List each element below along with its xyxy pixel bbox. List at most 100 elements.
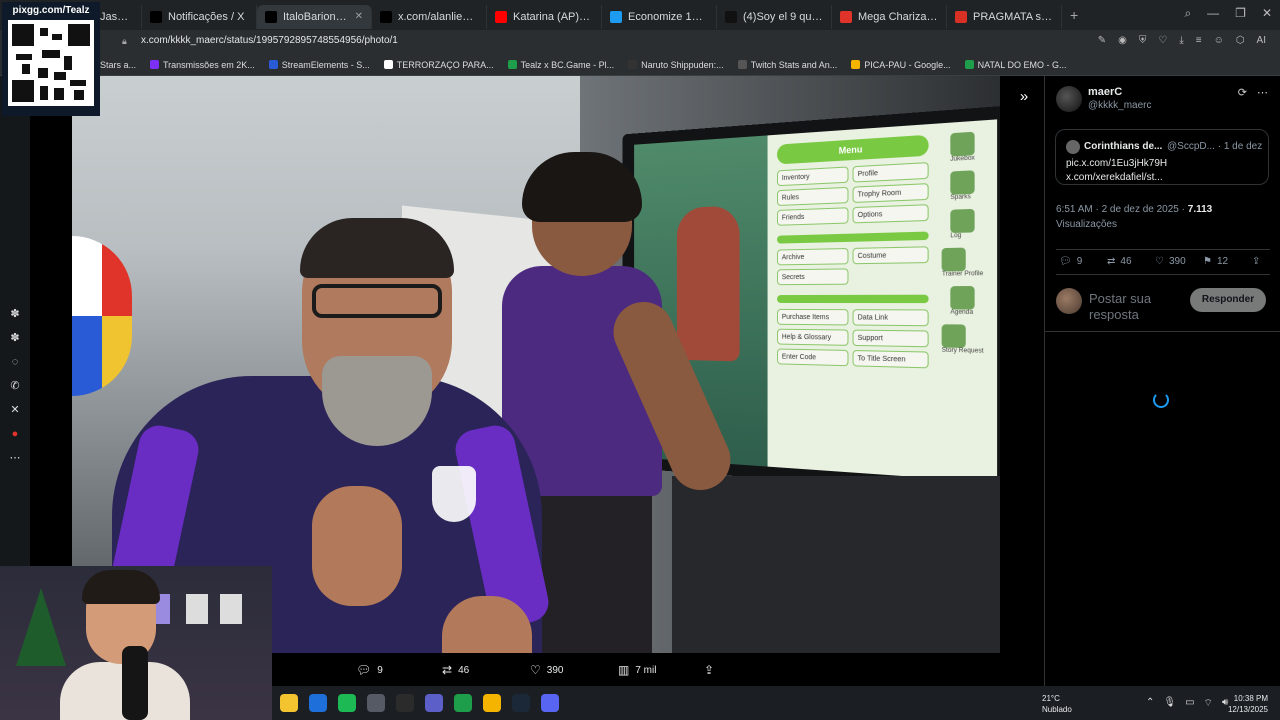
corinthians-crest-icon [432, 466, 476, 522]
browser-tab[interactable]: Notificações / X [142, 4, 257, 29]
chevron-up-icon[interactable]: ⌃ [1146, 697, 1154, 710]
bookmark-item[interactable]: Transmissões em 2K... [150, 60, 255, 70]
tab-title: Notificações / X [168, 10, 245, 23]
monitor-icon[interactable]: ▭ [1185, 697, 1194, 710]
url-text[interactable]: x.com/kkkk_maerc/status/1995792895748554… [141, 35, 398, 46]
paw-icon[interactable]: ✽ [9, 332, 21, 344]
browser-tab[interactable]: Mega Charizard X ex (1. [832, 4, 947, 29]
new-tab-icon[interactable]: + [1062, 7, 1086, 23]
bookmark-item[interactable]: Stars a... [100, 60, 136, 70]
game-menu-button: Purchase Items [777, 308, 849, 326]
steam-icon[interactable] [512, 694, 530, 712]
reply-stat[interactable]: 💬︎ 9 [1059, 256, 1082, 267]
bookmark-item[interactable]: Naruto Shippuden:... [628, 60, 724, 70]
avatar[interactable] [1056, 86, 1082, 112]
minimize-icon[interactable]: — [1207, 6, 1219, 21]
weather-widget[interactable]: 21°C Nublado [1042, 693, 1072, 715]
bookmark-favicon-icon [737, 60, 747, 69]
teams-icon[interactable] [425, 694, 443, 712]
app-icon[interactable] [367, 694, 385, 712]
browser-tab[interactable]: Katarina (AP) (Mid) (Befo [487, 4, 602, 29]
repost-icon: ⇄ [1107, 256, 1116, 267]
lock-icon[interactable]: 🔒︎ [122, 36, 127, 47]
download-icon[interactable]: ⤓ [1179, 35, 1183, 46]
camera-icon[interactable]: ◉ [1118, 35, 1127, 46]
browser-tab[interactable]: x.com/alanliebert/status [372, 4, 487, 29]
quote-link-2[interactable]: x.com/xerekdafiel/st... [1066, 172, 1163, 183]
bookmark-favicon-icon [964, 60, 974, 69]
like-stat[interactable]: ♡ 390 [1155, 256, 1186, 267]
expand-icon[interactable]: » [1014, 88, 1034, 108]
browser-tab[interactable]: PRAGMATA system requ [947, 4, 1062, 29]
reply-avatar [1056, 288, 1082, 314]
messenger-icon[interactable]: ◌ [9, 356, 21, 368]
ai-icon[interactable]: AI [1257, 35, 1266, 46]
close-tab-icon[interactable]: ✕ [355, 11, 363, 22]
repost-icon: ⇄ [442, 663, 453, 677]
grok-icon[interactable]: ⟳ [1238, 86, 1247, 99]
bookmark-item[interactable]: StreamElements - S... [268, 60, 370, 70]
whatsapp-icon[interactable]: ✆ [9, 380, 21, 392]
windows-files-icon[interactable] [280, 694, 298, 712]
address-bar[interactable]: 🔒︎ x.com/kkkk_maerc/status/1995792895748… [0, 30, 1280, 54]
browser-tab[interactable]: (4)Soy el 9 que tu equipo [717, 4, 832, 29]
like-action[interactable]: ♡ 390 [530, 663, 563, 677]
bookmark-stat[interactable]: ⚑ 12 [1203, 256, 1228, 267]
weather-temp: 21°C [1042, 694, 1060, 703]
x-icon[interactable]: ✕ [9, 404, 21, 416]
search-tabs-icon[interactable]: ⌕ [1184, 6, 1191, 21]
more-icon[interactable]: ⋯ [1257, 86, 1268, 99]
browser-tab[interactable]: ItaloBarioni sccp no X: ✕ [257, 4, 372, 29]
outlook-icon[interactable] [309, 694, 327, 712]
wifi-icon[interactable]: ⌔ [1204, 697, 1213, 710]
tab-title: (4)Soy el 9 que tu equipo [743, 10, 823, 23]
profile-icon[interactable]: ☺ [1214, 35, 1224, 46]
maximize-icon[interactable]: ❐ [1235, 6, 1246, 21]
mic-icon[interactable]: 🎙︎ [1163, 697, 1176, 710]
share-stat[interactable]: ⇪ [1252, 256, 1260, 267]
left-sidebar: ✽ ✽ ◌ ✆ ✕ ● ⋯ [0, 76, 30, 566]
bookmark-item[interactable]: Tealz x BC.Game - Pl... [507, 60, 614, 70]
author-handle[interactable]: @kkkk_maerc [1088, 100, 1152, 111]
quote-link-1[interactable]: pic.x.com/1Eu3jHk79H [1066, 158, 1167, 169]
record-icon[interactable]: ● [9, 428, 21, 440]
reply-button[interactable]: Responder [1190, 288, 1266, 312]
game-side-item: Story Request [941, 324, 984, 355]
bookmark-label: Twitch Stats and An... [750, 59, 838, 70]
reply-icon: 💬︎ [356, 663, 372, 677]
chrome-icon[interactable] [483, 694, 501, 712]
bookmark-item[interactable]: PICA-PAU - Google... [851, 60, 951, 70]
spotify-icon[interactable] [338, 694, 356, 712]
app-green-icon[interactable] [454, 694, 472, 712]
author-name[interactable]: maerC [1088, 86, 1122, 98]
share-action[interactable]: ⇪ [704, 663, 714, 677]
menu-icon[interactable]: ≡ [1196, 35, 1202, 46]
obs-icon[interactable] [396, 694, 414, 712]
shield-icon[interactable]: ⛨ [1139, 35, 1147, 46]
clock[interactable]: 10:38 PM 12/13/2025 [1228, 693, 1268, 715]
views-action[interactable]: ▥ 7 mil [618, 663, 656, 677]
discord-icon[interactable] [541, 694, 559, 712]
like-count: 390 [546, 664, 564, 676]
reply-input[interactable]: Postar sua resposta [1089, 291, 1189, 321]
bookmark-item[interactable]: Twitch Stats and An... [737, 59, 838, 70]
chart-icon: ▥ [618, 663, 630, 677]
more-icon[interactable]: ⋯ [9, 452, 21, 464]
paw-icon[interactable]: ✽ [9, 308, 21, 320]
close-icon[interactable]: ✕ [1262, 6, 1272, 21]
heart-icon[interactable]: ♡ [1158, 35, 1167, 46]
repost-action[interactable]: ⇄ 46 [442, 663, 469, 677]
bookmark-item[interactable]: TERRORZAÇO PARA... [383, 60, 494, 70]
bookmark-item[interactable]: NATAL DO EMO - G... [964, 60, 1066, 70]
quote-avatar [1066, 140, 1080, 154]
quoted-tweet[interactable]: Corinthians de... @SccpD... · 1 de dez p… [1055, 129, 1269, 185]
game-menu-button: To Title Screen [852, 350, 929, 369]
edit-icon[interactable]: ✎ [1098, 35, 1106, 46]
browser-tab[interactable]: Economize 12% em Esca [602, 4, 717, 29]
reply-action[interactable]: 💬︎ 9 [356, 663, 383, 677]
game-menu-button: Trophy Room [852, 183, 929, 203]
repost-stat[interactable]: ⇄ 46 [1107, 256, 1132, 267]
extensions-icon[interactable]: ⬡ [1236, 35, 1245, 46]
game-side-item: Sparks [950, 170, 975, 201]
reply-count: 9 [377, 664, 383, 676]
